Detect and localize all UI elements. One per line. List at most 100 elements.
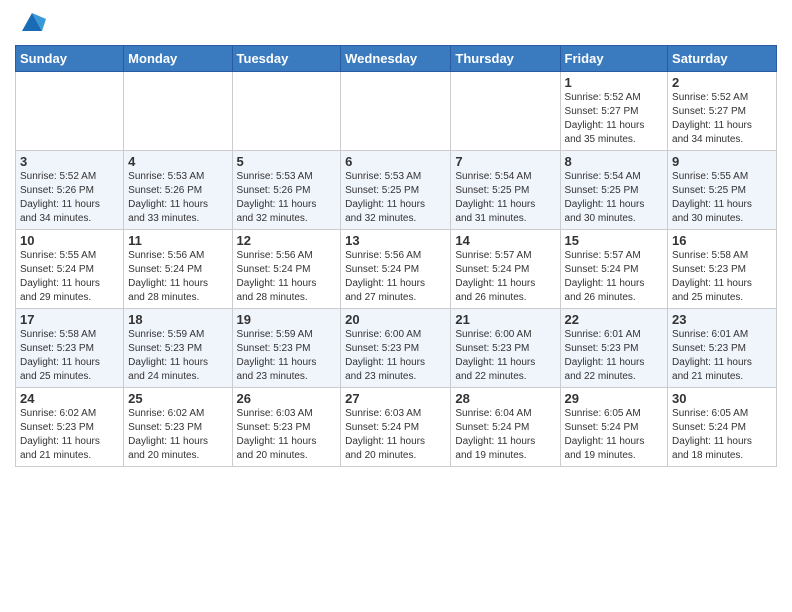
day-cell-8: 8Sunrise: 5:54 AM Sunset: 5:25 PM Daylig… bbox=[560, 151, 668, 230]
day-info: Sunrise: 6:03 AM Sunset: 5:24 PM Dayligh… bbox=[345, 407, 446, 463]
day-cell-3: 3Sunrise: 5:52 AM Sunset: 5:26 PM Daylig… bbox=[16, 151, 124, 230]
day-cell-25: 25Sunrise: 6:02 AM Sunset: 5:23 PM Dayli… bbox=[124, 388, 232, 467]
empty-cell bbox=[124, 72, 232, 151]
day-info: Sunrise: 5:53 AM Sunset: 5:26 PM Dayligh… bbox=[237, 170, 337, 226]
week-row-3: 10Sunrise: 5:55 AM Sunset: 5:24 PM Dayli… bbox=[16, 230, 777, 309]
day-number: 20 bbox=[345, 312, 446, 327]
day-cell-28: 28Sunrise: 6:04 AM Sunset: 5:24 PM Dayli… bbox=[451, 388, 560, 467]
day-cell-30: 30Sunrise: 6:05 AM Sunset: 5:24 PM Dayli… bbox=[668, 388, 777, 467]
day-info: Sunrise: 6:05 AM Sunset: 5:24 PM Dayligh… bbox=[672, 407, 772, 463]
day-cell-9: 9Sunrise: 5:55 AM Sunset: 5:25 PM Daylig… bbox=[668, 151, 777, 230]
empty-cell bbox=[341, 72, 451, 151]
header bbox=[15, 10, 777, 37]
day-number: 23 bbox=[672, 312, 772, 327]
weekday-header-monday: Monday bbox=[124, 46, 232, 72]
day-info: Sunrise: 6:03 AM Sunset: 5:23 PM Dayligh… bbox=[237, 407, 337, 463]
day-number: 17 bbox=[20, 312, 119, 327]
day-cell-19: 19Sunrise: 5:59 AM Sunset: 5:23 PM Dayli… bbox=[232, 309, 341, 388]
day-number: 10 bbox=[20, 233, 119, 248]
day-cell-27: 27Sunrise: 6:03 AM Sunset: 5:24 PM Dayli… bbox=[341, 388, 451, 467]
day-info: Sunrise: 6:02 AM Sunset: 5:23 PM Dayligh… bbox=[20, 407, 119, 463]
day-number: 15 bbox=[565, 233, 664, 248]
day-cell-15: 15Sunrise: 5:57 AM Sunset: 5:24 PM Dayli… bbox=[560, 230, 668, 309]
day-cell-14: 14Sunrise: 5:57 AM Sunset: 5:24 PM Dayli… bbox=[451, 230, 560, 309]
day-cell-6: 6Sunrise: 5:53 AM Sunset: 5:25 PM Daylig… bbox=[341, 151, 451, 230]
day-info: Sunrise: 5:53 AM Sunset: 5:26 PM Dayligh… bbox=[128, 170, 227, 226]
weekday-header-thursday: Thursday bbox=[451, 46, 560, 72]
day-cell-24: 24Sunrise: 6:02 AM Sunset: 5:23 PM Dayli… bbox=[16, 388, 124, 467]
day-number: 8 bbox=[565, 154, 664, 169]
day-info: Sunrise: 6:05 AM Sunset: 5:24 PM Dayligh… bbox=[565, 407, 664, 463]
day-cell-2: 2Sunrise: 5:52 AM Sunset: 5:27 PM Daylig… bbox=[668, 72, 777, 151]
day-cell-5: 5Sunrise: 5:53 AM Sunset: 5:26 PM Daylig… bbox=[232, 151, 341, 230]
day-info: Sunrise: 5:54 AM Sunset: 5:25 PM Dayligh… bbox=[455, 170, 555, 226]
day-number: 14 bbox=[455, 233, 555, 248]
day-cell-21: 21Sunrise: 6:00 AM Sunset: 5:23 PM Dayli… bbox=[451, 309, 560, 388]
day-number: 22 bbox=[565, 312, 664, 327]
week-row-1: 1Sunrise: 5:52 AM Sunset: 5:27 PM Daylig… bbox=[16, 72, 777, 151]
day-cell-1: 1Sunrise: 5:52 AM Sunset: 5:27 PM Daylig… bbox=[560, 72, 668, 151]
calendar-body: 1Sunrise: 5:52 AM Sunset: 5:27 PM Daylig… bbox=[16, 72, 777, 467]
logo-icon bbox=[18, 9, 46, 37]
day-info: Sunrise: 5:55 AM Sunset: 5:25 PM Dayligh… bbox=[672, 170, 772, 226]
day-cell-17: 17Sunrise: 5:58 AM Sunset: 5:23 PM Dayli… bbox=[16, 309, 124, 388]
day-number: 11 bbox=[128, 233, 227, 248]
weekday-row: SundayMondayTuesdayWednesdayThursdayFrid… bbox=[16, 46, 777, 72]
day-number: 2 bbox=[672, 75, 772, 90]
day-number: 21 bbox=[455, 312, 555, 327]
day-number: 29 bbox=[565, 391, 664, 406]
empty-cell bbox=[451, 72, 560, 151]
day-number: 25 bbox=[128, 391, 227, 406]
logo bbox=[15, 15, 46, 37]
day-number: 19 bbox=[237, 312, 337, 327]
day-cell-22: 22Sunrise: 6:01 AM Sunset: 5:23 PM Dayli… bbox=[560, 309, 668, 388]
weekday-header-friday: Friday bbox=[560, 46, 668, 72]
week-row-2: 3Sunrise: 5:52 AM Sunset: 5:26 PM Daylig… bbox=[16, 151, 777, 230]
week-row-5: 24Sunrise: 6:02 AM Sunset: 5:23 PM Dayli… bbox=[16, 388, 777, 467]
day-info: Sunrise: 5:57 AM Sunset: 5:24 PM Dayligh… bbox=[565, 249, 664, 305]
empty-cell bbox=[232, 72, 341, 151]
day-number: 1 bbox=[565, 75, 664, 90]
calendar-header: SundayMondayTuesdayWednesdayThursdayFrid… bbox=[16, 46, 777, 72]
day-number: 28 bbox=[455, 391, 555, 406]
day-info: Sunrise: 5:56 AM Sunset: 5:24 PM Dayligh… bbox=[237, 249, 337, 305]
day-number: 7 bbox=[455, 154, 555, 169]
day-info: Sunrise: 6:01 AM Sunset: 5:23 PM Dayligh… bbox=[565, 328, 664, 384]
empty-cell bbox=[16, 72, 124, 151]
day-number: 6 bbox=[345, 154, 446, 169]
page: SundayMondayTuesdayWednesdayThursdayFrid… bbox=[0, 0, 792, 477]
day-info: Sunrise: 5:54 AM Sunset: 5:25 PM Dayligh… bbox=[565, 170, 664, 226]
day-info: Sunrise: 5:58 AM Sunset: 5:23 PM Dayligh… bbox=[672, 249, 772, 305]
day-number: 5 bbox=[237, 154, 337, 169]
day-info: Sunrise: 6:04 AM Sunset: 5:24 PM Dayligh… bbox=[455, 407, 555, 463]
weekday-header-wednesday: Wednesday bbox=[341, 46, 451, 72]
day-cell-4: 4Sunrise: 5:53 AM Sunset: 5:26 PM Daylig… bbox=[124, 151, 232, 230]
day-number: 30 bbox=[672, 391, 772, 406]
day-info: Sunrise: 5:57 AM Sunset: 5:24 PM Dayligh… bbox=[455, 249, 555, 305]
weekday-header-saturday: Saturday bbox=[668, 46, 777, 72]
week-row-4: 17Sunrise: 5:58 AM Sunset: 5:23 PM Dayli… bbox=[16, 309, 777, 388]
day-number: 12 bbox=[237, 233, 337, 248]
day-info: Sunrise: 6:01 AM Sunset: 5:23 PM Dayligh… bbox=[672, 328, 772, 384]
day-cell-29: 29Sunrise: 6:05 AM Sunset: 5:24 PM Dayli… bbox=[560, 388, 668, 467]
logo-text-block bbox=[15, 15, 46, 37]
day-cell-7: 7Sunrise: 5:54 AM Sunset: 5:25 PM Daylig… bbox=[451, 151, 560, 230]
day-cell-12: 12Sunrise: 5:56 AM Sunset: 5:24 PM Dayli… bbox=[232, 230, 341, 309]
day-cell-11: 11Sunrise: 5:56 AM Sunset: 5:24 PM Dayli… bbox=[124, 230, 232, 309]
day-number: 9 bbox=[672, 154, 772, 169]
day-info: Sunrise: 6:00 AM Sunset: 5:23 PM Dayligh… bbox=[345, 328, 446, 384]
day-info: Sunrise: 5:52 AM Sunset: 5:26 PM Dayligh… bbox=[20, 170, 119, 226]
day-number: 3 bbox=[20, 154, 119, 169]
day-info: Sunrise: 5:59 AM Sunset: 5:23 PM Dayligh… bbox=[128, 328, 227, 384]
day-number: 16 bbox=[672, 233, 772, 248]
day-info: Sunrise: 5:56 AM Sunset: 5:24 PM Dayligh… bbox=[345, 249, 446, 305]
day-cell-20: 20Sunrise: 6:00 AM Sunset: 5:23 PM Dayli… bbox=[341, 309, 451, 388]
day-cell-10: 10Sunrise: 5:55 AM Sunset: 5:24 PM Dayli… bbox=[16, 230, 124, 309]
day-cell-18: 18Sunrise: 5:59 AM Sunset: 5:23 PM Dayli… bbox=[124, 309, 232, 388]
day-number: 27 bbox=[345, 391, 446, 406]
day-number: 4 bbox=[128, 154, 227, 169]
day-number: 18 bbox=[128, 312, 227, 327]
day-number: 26 bbox=[237, 391, 337, 406]
day-number: 13 bbox=[345, 233, 446, 248]
day-cell-26: 26Sunrise: 6:03 AM Sunset: 5:23 PM Dayli… bbox=[232, 388, 341, 467]
